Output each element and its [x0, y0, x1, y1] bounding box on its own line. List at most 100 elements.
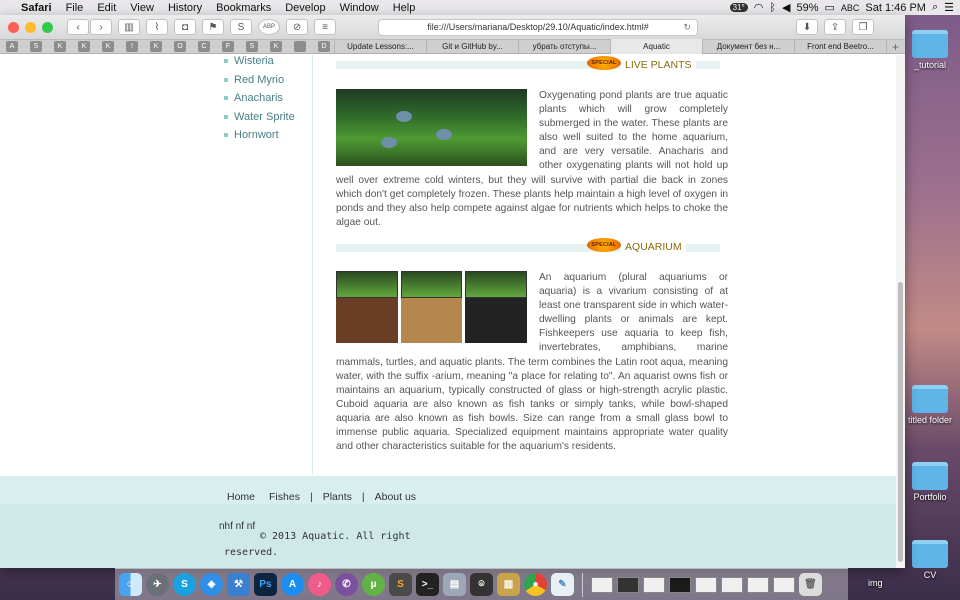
plants-link-hornwort[interactable]: Hornwort — [234, 129, 279, 141]
minimized-window-thumb[interactable] — [773, 576, 795, 593]
favorite-bookmark[interactable]: K — [150, 41, 162, 52]
plants-list-item[interactable]: Hornwort — [224, 126, 295, 145]
back-button[interactable]: ‹ — [67, 19, 89, 35]
menu-view[interactable]: View — [123, 2, 161, 14]
minimized-window-thumb[interactable] — [591, 576, 613, 593]
sidebar-toggle-icon[interactable]: ▥ — [118, 19, 140, 35]
extension-icon[interactable]: ⌇ — [146, 19, 168, 35]
page-scrollbar[interactable] — [896, 55, 905, 568]
minimize-window-icon[interactable] — [25, 21, 36, 33]
url-text[interactable]: file:///Users/mariana/Desktop/29.10/Aqua… — [427, 22, 649, 32]
preview-icon[interactable]: ▤ — [443, 573, 466, 596]
input-source[interactable]: ABC — [841, 3, 860, 13]
minimized-window-thumb[interactable] — [695, 576, 717, 593]
tab-aquatic[interactable]: Aquatic — [610, 39, 702, 54]
tab-update-lessons[interactable]: Update Lessons:... — [334, 39, 426, 54]
battery-percent[interactable]: 59% — [796, 2, 818, 14]
favorite-bookmark[interactable]: S — [246, 41, 258, 52]
show-tabs-icon[interactable]: ❐ — [852, 19, 875, 35]
search-icon[interactable]: ⌕ — [932, 1, 938, 14]
favorite-bookmark[interactable]: K — [78, 41, 90, 52]
extension-icon[interactable]: ◘ — [174, 19, 196, 35]
favorite-bookmark[interactable]: K — [102, 41, 114, 52]
skype-icon[interactable]: S — [173, 573, 196, 596]
plants-link-wisteria[interactable]: Wisteria — [234, 55, 274, 67]
menu-bookmarks[interactable]: Bookmarks — [209, 2, 278, 14]
downloads-icon[interactable]: ⬇ — [796, 19, 819, 35]
bluetooth-icon[interactable]: ᛒ — [769, 2, 776, 14]
desktop-img-label[interactable]: img — [868, 578, 883, 588]
favorite-bookmark[interactable]: D — [318, 41, 330, 52]
favorite-bookmark[interactable]: A — [6, 41, 18, 52]
menu-edit[interactable]: Edit — [90, 2, 123, 14]
menu-file[interactable]: File — [59, 2, 91, 14]
menu-window[interactable]: Window — [333, 2, 386, 14]
address-bar[interactable]: file:///Users/mariana/Desktop/29.10/Aqua… — [378, 18, 699, 36]
footer-link-home[interactable]: Home — [227, 491, 255, 503]
textedit-icon[interactable]: ✎ — [551, 573, 574, 596]
pin-extension-icon[interactable]: ⚑ — [202, 19, 224, 35]
desktop-folder-untitled[interactable]: titled folder — [905, 385, 955, 425]
desktop-folder-tutorial[interactable]: _tutorial — [905, 30, 955, 70]
menu-history[interactable]: History — [161, 2, 209, 14]
forward-button[interactable]: › — [90, 19, 112, 35]
minimized-window-thumb[interactable] — [747, 576, 769, 593]
plants-link-red-myrio[interactable]: Red Myrio — [234, 74, 284, 86]
zoom-window-icon[interactable] — [42, 21, 53, 33]
photoshop-icon[interactable]: Ps — [254, 573, 277, 596]
minimized-window-thumb[interactable] — [643, 576, 665, 593]
xcode-icon[interactable]: ⚒ — [227, 573, 250, 596]
scrollbar-thumb[interactable] — [898, 282, 903, 562]
favorite-bookmark[interactable] — [294, 41, 306, 52]
plants-list-item[interactable]: Water Sprite — [224, 108, 295, 127]
s-extension-button[interactable]: S — [230, 19, 252, 35]
adblock-extension-button[interactable]: ABP — [258, 19, 281, 35]
itunes-icon[interactable]: ♪ — [308, 573, 331, 596]
favorite-bookmark[interactable]: O — [174, 41, 186, 52]
favorite-bookmark[interactable]: K — [270, 41, 282, 52]
github-icon[interactable]: ⌾ — [470, 573, 493, 596]
plants-link-anacharis[interactable]: Anacharis — [234, 92, 283, 104]
volume-icon[interactable]: ◀ — [782, 1, 790, 14]
favorite-bookmark[interactable]: K — [54, 41, 66, 52]
menu-app-name[interactable]: Safari — [14, 2, 59, 14]
battery-icon[interactable]: ▭ — [824, 1, 834, 14]
plants-link-water-sprite[interactable]: Water Sprite — [234, 111, 295, 123]
terminal-icon[interactable]: >_ — [416, 573, 439, 596]
sublime-text-icon[interactable]: S — [389, 573, 412, 596]
plants-list-item[interactable]: Wisteria — [224, 55, 295, 71]
tab-remove-margins[interactable]: убрать отступы... — [518, 39, 610, 54]
wifi-icon[interactable]: ◠ — [754, 1, 764, 14]
footer-link-plants[interactable]: Plants — [323, 491, 352, 503]
favorite-bookmark[interactable]: C — [198, 41, 210, 52]
favorite-bookmark[interactable]: ! — [126, 41, 138, 52]
new-tab-button[interactable]: + — [886, 39, 904, 54]
viber-icon[interactable]: ✆ — [335, 573, 358, 596]
chrome-icon[interactable]: ● — [524, 573, 547, 596]
footer-link-fishes[interactable]: Fishes — [269, 491, 300, 503]
temperature-readout[interactable]: 31° — [729, 3, 748, 12]
favorite-bookmark[interactable]: S — [30, 41, 42, 52]
app-store-icon[interactable]: A — [281, 573, 304, 596]
close-window-icon[interactable] — [8, 21, 19, 33]
tab-untitled-document[interactable]: Документ без н... — [702, 39, 794, 54]
blocker-extension-icon[interactable]: ⊘ — [286, 19, 309, 35]
minimized-window-thumb[interactable] — [669, 576, 691, 593]
reload-icon[interactable]: ↻ — [683, 22, 691, 33]
reader-icon[interactable]: ≡ — [314, 19, 337, 35]
archive-icon[interactable]: ▥ — [497, 573, 520, 596]
trash-icon[interactable]: 🗑 — [799, 573, 822, 596]
menu-develop[interactable]: Develop — [278, 2, 332, 14]
tab-front-end[interactable]: Front end Beetro... — [794, 39, 886, 54]
finder-icon[interactable]: ☺ — [119, 573, 142, 596]
launchpad-icon[interactable]: ✈ — [146, 573, 169, 596]
desktop-folder-portfolio[interactable]: Portfolio — [905, 462, 955, 502]
footer-link-about[interactable]: About us — [375, 491, 416, 503]
tab-git-github[interactable]: Git и GitHub by... — [426, 39, 518, 54]
notification-center-icon[interactable]: ☰ — [944, 1, 954, 14]
plants-list-item[interactable]: Red Myrio — [224, 71, 295, 90]
minimized-window-thumb[interactable] — [721, 576, 743, 593]
favorite-bookmark[interactable]: F — [222, 41, 234, 52]
plants-list-item[interactable]: Anacharis — [224, 89, 295, 108]
clock[interactable]: Sat 1:46 PM — [865, 2, 926, 14]
